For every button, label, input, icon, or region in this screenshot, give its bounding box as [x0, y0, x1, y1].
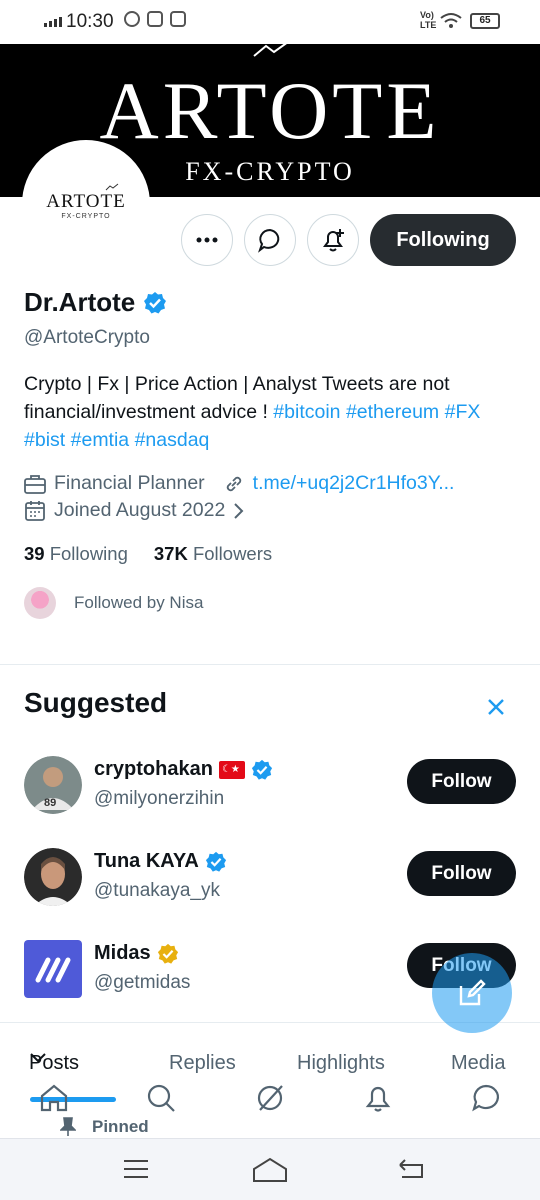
profile-bio: Crypto | Fx | Price Action | Analyst Twe…	[24, 370, 520, 454]
chart-arrow-icon	[253, 44, 287, 57]
profile-meta-row: Financial Planner t.me/+uq2j2Cr1Hfo3Y...	[24, 472, 454, 495]
followers-count: 37K	[153, 543, 188, 564]
messages-icon[interactable]	[470, 1082, 502, 1114]
suggested-name-row: Midas	[94, 942, 179, 965]
app-notification-icon	[170, 11, 186, 27]
profile-avatar[interactable]: ARTOTE FX-CRYPTO	[22, 140, 150, 268]
suggested-name: Tuna KAYA	[94, 850, 199, 872]
message-button[interactable]	[244, 214, 296, 266]
turkey-flag-icon	[218, 760, 245, 779]
following-count-label: Following	[49, 543, 128, 564]
hashtag-link[interactable]: #bist	[24, 429, 65, 451]
pin-icon	[60, 1117, 76, 1136]
search-icon[interactable]	[145, 1082, 177, 1114]
profile-handle: @ArtoteCrypto	[24, 327, 150, 348]
briefcase-icon	[24, 474, 46, 494]
tab-posts-label: Posts	[29, 1052, 80, 1074]
volte-icon: Vo) LTE	[420, 10, 437, 30]
joined-row[interactable]: Joined August 2022	[24, 499, 245, 522]
section-divider	[0, 664, 540, 665]
bell-plus-icon	[323, 229, 344, 252]
message-notification-icon	[124, 11, 140, 27]
back-icon[interactable]	[396, 1157, 426, 1181]
tab-highlights[interactable]: Highlights	[297, 1052, 385, 1075]
chat-bubble-icon	[258, 228, 280, 253]
following-count-link[interactable]: 39 Following	[24, 543, 128, 565]
pinned-indicator: Pinned	[60, 1117, 149, 1137]
pinned-label: Pinned	[92, 1117, 149, 1136]
suggested-name-row: Tuna KAYA	[94, 850, 227, 873]
suggested-account[interactable]: 89 cryptohakan @milyonerzihin Follow	[24, 756, 516, 816]
hashtag-link[interactable]: #ethereum	[346, 401, 439, 423]
calendar-icon	[25, 500, 45, 521]
recent-apps-icon[interactable]	[122, 1157, 150, 1181]
followed-by-row[interactable]: Followed by Nisa	[24, 587, 203, 619]
svg-text:89: 89	[44, 797, 56, 809]
suggested-handle: @milyonerzihin	[94, 788, 225, 809]
profile-name-row: Dr.Artote	[24, 287, 167, 318]
suggested-name-row: cryptohakan	[94, 758, 273, 781]
midas-logo-icon	[24, 940, 82, 998]
suggested-name: Midas	[94, 942, 151, 964]
followed-by-text: Followed by Nisa	[74, 593, 204, 612]
follower-avatar	[24, 587, 56, 619]
hashtag-link[interactable]: #emtia	[71, 429, 130, 451]
system-home-icon[interactable]	[252, 1157, 288, 1183]
wifi-icon	[440, 13, 462, 28]
profession-label: Financial Planner	[54, 472, 205, 494]
link-icon	[226, 476, 241, 491]
profile-name: Dr.Artote	[24, 287, 136, 317]
compose-post-button[interactable]	[432, 953, 512, 1033]
chevron-right-icon	[234, 502, 244, 519]
follow-button[interactable]: Follow	[407, 851, 516, 896]
hashtag-link[interactable]: #nasdaq	[135, 429, 210, 451]
hashtag-link[interactable]: #bitcoin	[273, 401, 340, 423]
verified-badge-icon	[205, 851, 226, 872]
user-avatar: 89	[24, 756, 82, 814]
system-navigation-bar	[0, 1138, 540, 1200]
tab-replies[interactable]: Replies	[169, 1052, 236, 1075]
followers-count-label: Followers	[192, 543, 273, 564]
suggested-handle: @tunakaya_yk	[94, 880, 220, 901]
chart-arrow-icon	[105, 183, 119, 191]
suggested-handle: @getmidas	[94, 972, 191, 993]
grok-icon[interactable]	[254, 1082, 286, 1114]
signal-icon	[44, 15, 62, 27]
compose-icon	[459, 979, 486, 1006]
close-icon[interactable]	[486, 697, 506, 717]
status-bar: 10:30 Vo) LTE 65	[0, 0, 540, 44]
follow-button[interactable]: Follow	[407, 759, 516, 804]
suggested-title: Suggested	[24, 687, 168, 718]
joined-date: Joined August 2022	[54, 499, 226, 521]
user-avatar	[24, 848, 82, 906]
more-dots-icon	[196, 237, 218, 243]
avatar-subtitle: FX-CRYPTO	[61, 213, 111, 220]
status-time: 10:30	[66, 11, 114, 32]
game-notification-icon	[147, 11, 163, 27]
verified-badge-icon[interactable]	[143, 291, 167, 315]
followers-count-link[interactable]: 37K Followers	[154, 543, 272, 565]
home-icon[interactable]	[38, 1082, 70, 1114]
gold-verified-badge-icon	[157, 943, 178, 964]
hashtag-link[interactable]: #FX	[445, 401, 481, 423]
follow-counts: 39 Following 37K Followers	[24, 543, 272, 565]
more-options-button[interactable]	[181, 214, 233, 266]
verified-badge-icon	[251, 759, 273, 780]
suggested-account[interactable]: Tuna KAYA @tunakaya_yk Follow	[24, 848, 516, 908]
suggested-name: cryptohakan	[94, 758, 213, 780]
following-button[interactable]: Following	[370, 214, 516, 266]
notifications-subscribe-button[interactable]	[307, 214, 359, 266]
profile-website-link[interactable]: t.me/+uq2j2Cr1Hfo3Y...	[253, 472, 455, 495]
avatar-title: ARTOTE	[46, 191, 126, 212]
tab-posts[interactable]: Posts	[29, 1052, 79, 1074]
battery-icon: 65	[470, 13, 500, 29]
bell-icon[interactable]	[362, 1082, 394, 1114]
tab-media[interactable]: Media	[451, 1052, 505, 1075]
following-count: 39	[24, 543, 45, 564]
